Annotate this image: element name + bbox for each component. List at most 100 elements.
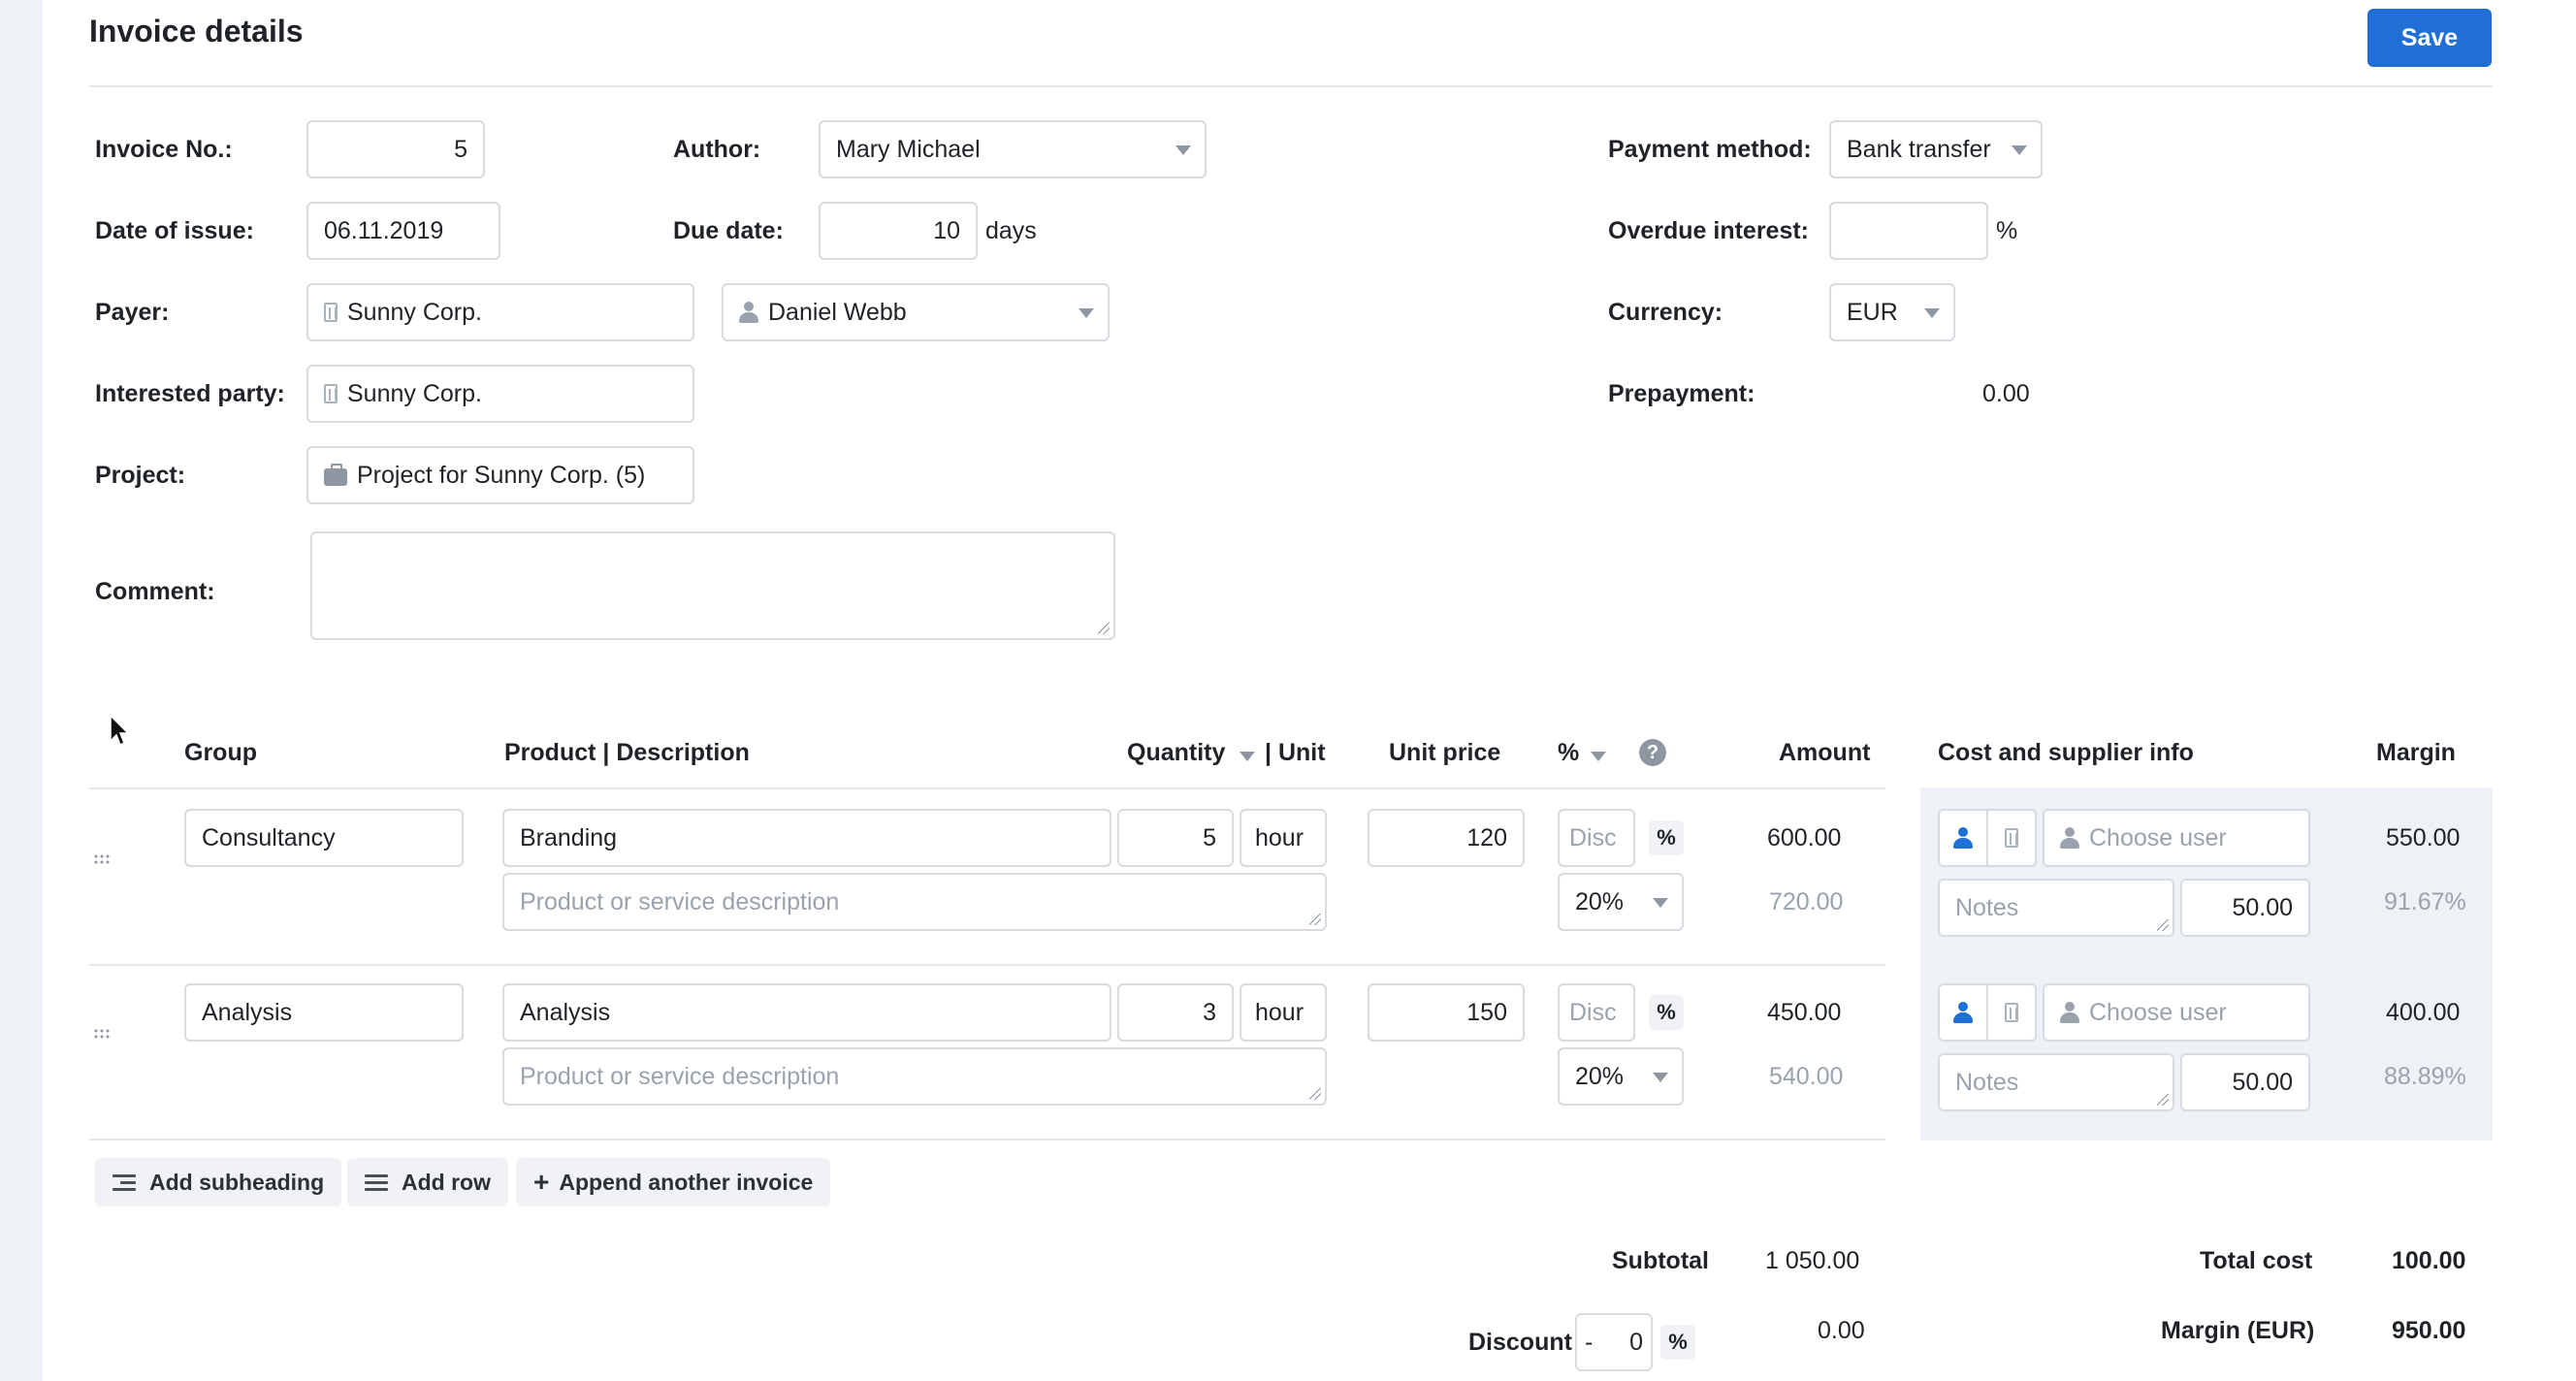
col-unit: | Unit bbox=[1265, 739, 1326, 766]
add-subheading-label: Add subheading bbox=[149, 1169, 325, 1195]
rows-icon bbox=[365, 1173, 388, 1191]
date-of-issue-input[interactable]: 06.11.2019 bbox=[306, 202, 500, 260]
author-value: Mary Michael bbox=[836, 135, 981, 163]
resize-handle-icon[interactable] bbox=[2157, 919, 2169, 931]
choose-user-placeholder: Choose user bbox=[2089, 823, 2227, 851]
payer-company-value: Sunny Corp. bbox=[347, 298, 482, 326]
add-subheading-button[interactable]: Add subheading bbox=[95, 1158, 342, 1206]
chevron-down-icon bbox=[1653, 898, 1668, 908]
user-icon bbox=[1953, 1002, 1973, 1023]
description-textarea[interactable]: Product or service description bbox=[502, 873, 1327, 931]
plus-icon: + bbox=[533, 1167, 550, 1197]
col-quantity[interactable]: Quantity bbox=[1127, 739, 1225, 767]
payment-method-value: Bank transfer bbox=[1847, 135, 1991, 163]
unit-input[interactable]: hour bbox=[1240, 809, 1327, 867]
payment-method-select[interactable]: Bank transfer bbox=[1829, 120, 2043, 178]
notes-textarea[interactable]: Notes bbox=[1938, 879, 2174, 937]
quantity-input[interactable]: 5 bbox=[1117, 809, 1234, 867]
help-icon[interactable]: ? bbox=[1639, 739, 1666, 766]
cost-input[interactable]: 50.00 bbox=[2180, 1053, 2310, 1111]
margin-percent-value: 91.67% bbox=[2384, 888, 2466, 915]
project-label: Project: bbox=[95, 462, 186, 489]
table-header-divider bbox=[89, 787, 1885, 789]
resize-handle-icon[interactable] bbox=[1309, 1088, 1321, 1100]
append-invoice-label: Append another invoice bbox=[559, 1169, 814, 1195]
user-icon bbox=[1953, 827, 1973, 849]
chevron-down-icon bbox=[1653, 1073, 1668, 1082]
drag-handle-icon[interactable] bbox=[93, 853, 111, 865]
due-date-unit: days bbox=[985, 217, 1037, 244]
author-select[interactable]: Mary Michael bbox=[819, 120, 1207, 178]
percent-toggle-button[interactable]: % bbox=[1649, 995, 1684, 1030]
payer-company-input[interactable]: Sunny Corp. bbox=[306, 283, 694, 341]
row-divider bbox=[89, 964, 1885, 966]
interested-party-label: Interested party: bbox=[95, 380, 285, 407]
amount-value: 600.00 bbox=[1767, 824, 1842, 851]
resize-handle-icon[interactable] bbox=[2157, 1094, 2169, 1106]
group-input[interactable]: Consultancy bbox=[184, 809, 464, 867]
building-icon bbox=[2005, 1003, 2018, 1022]
discount-input[interactable]: Disc bbox=[1558, 809, 1635, 867]
unit-price-input[interactable]: 120 bbox=[1368, 809, 1525, 867]
currency-value: EUR bbox=[1847, 298, 1898, 326]
supplier-cost-toggle[interactable] bbox=[1986, 983, 2037, 1042]
unit-input[interactable]: hour bbox=[1240, 983, 1327, 1042]
col-percent[interactable]: % bbox=[1558, 739, 1579, 767]
discount-percent-toggle[interactable]: % bbox=[1660, 1325, 1695, 1360]
save-button[interactable]: Save bbox=[2367, 9, 2492, 67]
payer-person-value: Daniel Webb bbox=[768, 298, 907, 326]
prepayment-label: Prepayment: bbox=[1608, 380, 1755, 407]
invoice-no-label: Invoice No.: bbox=[95, 136, 233, 163]
discount-amount-value: 0.00 bbox=[1818, 1317, 1865, 1344]
comment-textarea[interactable] bbox=[310, 531, 1115, 640]
supplier-cost-toggle[interactable] bbox=[1986, 809, 2037, 867]
product-input[interactable]: Analysis bbox=[502, 983, 1111, 1042]
total-cost-value: 100.00 bbox=[2392, 1247, 2466, 1274]
description-textarea[interactable]: Product or service description bbox=[502, 1047, 1327, 1106]
building-icon bbox=[324, 384, 338, 403]
chevron-down-icon[interactable] bbox=[1240, 752, 1255, 761]
margin-total-label: Margin (EUR) bbox=[2161, 1317, 2315, 1344]
project-input[interactable]: Project for Sunny Corp. (5) bbox=[306, 446, 694, 504]
choose-user-input[interactable]: Choose user bbox=[2043, 983, 2310, 1042]
payer-person-select[interactable]: Daniel Webb bbox=[722, 283, 1110, 341]
building-icon bbox=[324, 303, 338, 322]
invoice-no-input[interactable]: 5 bbox=[306, 120, 485, 178]
date-of-issue-label: Date of issue: bbox=[95, 217, 254, 244]
vat-select[interactable]: 20% bbox=[1558, 1047, 1684, 1106]
notes-textarea[interactable]: Notes bbox=[1938, 1053, 2174, 1111]
margin-value: 400.00 bbox=[2386, 999, 2461, 1026]
group-input[interactable]: Analysis bbox=[184, 983, 464, 1042]
user-cost-toggle[interactable] bbox=[1938, 983, 1988, 1042]
user-icon bbox=[2060, 827, 2079, 849]
add-row-button[interactable]: Add row bbox=[347, 1158, 508, 1206]
resize-handle-icon[interactable] bbox=[1098, 623, 1110, 634]
quantity-input[interactable]: 3 bbox=[1117, 983, 1234, 1042]
unit-price-input[interactable]: 150 bbox=[1368, 983, 1525, 1042]
percent-toggle-button[interactable]: % bbox=[1649, 820, 1684, 855]
vat-value: 20% bbox=[1575, 887, 1625, 915]
mouse-cursor-icon bbox=[110, 714, 130, 747]
chevron-down-icon[interactable] bbox=[1591, 752, 1606, 761]
discount-sign: - bbox=[1585, 1328, 1594, 1356]
resize-handle-icon[interactable] bbox=[1309, 914, 1321, 925]
vat-select[interactable]: 20% bbox=[1558, 873, 1684, 931]
append-invoice-button[interactable]: + Append another invoice bbox=[516, 1158, 831, 1206]
building-icon bbox=[2005, 828, 2018, 848]
drag-handle-icon[interactable] bbox=[93, 1028, 111, 1040]
discount-label: Discount bbox=[1468, 1329, 1572, 1356]
product-input[interactable]: Branding bbox=[502, 809, 1111, 867]
due-date-input[interactable]: 10 bbox=[819, 202, 978, 260]
user-icon bbox=[2060, 1002, 2079, 1023]
discount-total-value: 0 bbox=[1629, 1328, 1643, 1356]
discount-total-input[interactable]: - 0 bbox=[1575, 1313, 1653, 1371]
cost-input[interactable]: 50.00 bbox=[2180, 879, 2310, 937]
interested-party-input[interactable]: Sunny Corp. bbox=[306, 365, 694, 423]
discount-input[interactable]: Disc bbox=[1558, 983, 1635, 1042]
overdue-interest-input[interactable] bbox=[1829, 202, 1988, 260]
choose-user-input[interactable]: Choose user bbox=[2043, 809, 2310, 867]
currency-select[interactable]: EUR bbox=[1829, 283, 1955, 341]
user-cost-toggle[interactable] bbox=[1938, 809, 1988, 867]
chevron-down-icon bbox=[2012, 145, 2027, 155]
amount-with-vat-value: 720.00 bbox=[1769, 888, 1844, 915]
